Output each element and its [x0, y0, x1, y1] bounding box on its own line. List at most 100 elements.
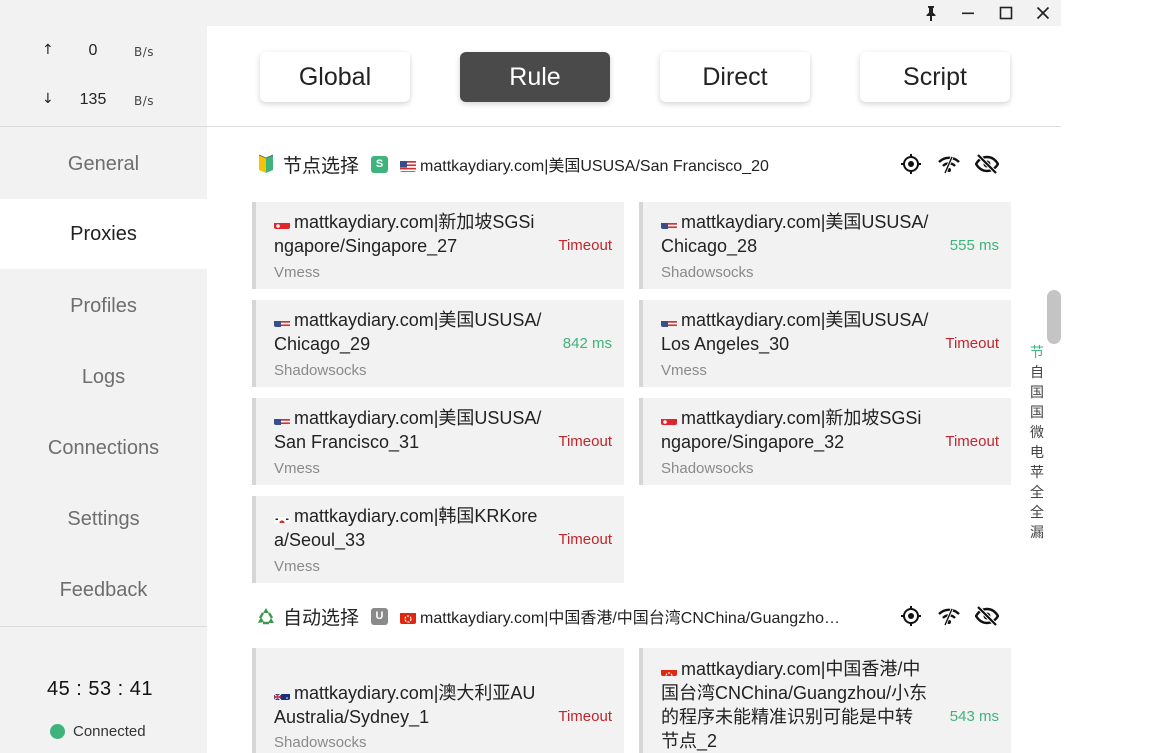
speed-test-icon[interactable] — [937, 604, 961, 628]
proxy-name: mattkaydiary.com|美国USUSA/Los Angeles_30 — [661, 310, 929, 354]
proxy-name: mattkaydiary.com|韩国KRKorea/Seoul_33 — [274, 506, 538, 550]
hk-flag-icon — [400, 612, 417, 624]
nav-feedback[interactable]: Feedback — [0, 555, 207, 625]
maximize-icon[interactable] — [987, 0, 1025, 26]
kr-flag-icon — [274, 511, 290, 523]
mode-direct-button[interactable]: Direct — [660, 52, 810, 102]
upload-value: 0 — [88, 42, 98, 59]
proxy-delay[interactable]: 555 ms — [950, 237, 999, 254]
proxy-name: mattkaydiary.com|美国USUSA/Chicago_29 — [274, 310, 542, 354]
close-icon[interactable] — [1024, 0, 1062, 26]
hk-flag-icon — [661, 664, 677, 676]
upload-unit: B/s — [134, 45, 155, 59]
index-item[interactable]: 自 — [1028, 363, 1046, 383]
proxy-type: Vmess — [274, 558, 320, 575]
status-label: Connected — [73, 722, 146, 740]
nav-logs[interactable]: Logs — [0, 342, 207, 412]
proxy-card[interactable]: mattkaydiary.com|澳大利亚AUAustralia/Sydney_… — [252, 648, 624, 753]
status-dot-icon — [50, 723, 65, 739]
index-item[interactable]: 国 — [1028, 383, 1046, 403]
run-time-clock: 45 : 53 : 41 — [46, 678, 154, 700]
proxy-delay[interactable]: Timeout — [558, 708, 612, 725]
us-flag-icon — [274, 315, 290, 327]
nav-profiles[interactable]: Profiles — [0, 271, 207, 341]
group-header-auto-select[interactable]: 自动选择 U mattkaydiary.com|中国香港/中国台湾CNChina… — [255, 602, 840, 630]
scrollbar-thumb[interactable] — [1047, 290, 1061, 344]
mode-rule-button[interactable]: Rule — [460, 52, 610, 102]
us-flag-icon — [661, 217, 677, 229]
proxy-delay[interactable]: Timeout — [558, 531, 612, 548]
locate-icon[interactable] — [899, 152, 923, 176]
proxy-name: mattkaydiary.com|澳大利亚AUAustralia/Sydney_… — [274, 683, 536, 727]
nav-settings[interactable]: Settings — [0, 484, 207, 554]
mode-script-button[interactable]: Script — [860, 52, 1010, 102]
proxy-name: mattkaydiary.com|中国香港/中国台湾CNChina/Guangz… — [661, 659, 928, 751]
proxy-card[interactable]: mattkaydiary.com|美国USUSA/Chicago_29 842 … — [252, 300, 624, 387]
proxy-delay[interactable]: Timeout — [945, 433, 999, 450]
index-item[interactable]: 全 — [1028, 483, 1046, 503]
group-index: 节 自 国 国 微 电 苹 全 全 漏 — [1028, 343, 1046, 543]
group-name: 自动选择 — [283, 606, 360, 629]
proxy-card[interactable]: mattkaydiary.com|韩国KRKorea/Seoul_33 Time… — [252, 496, 624, 583]
us-flag-icon — [400, 160, 417, 172]
download-row: ↓ 135 B/s — [0, 91, 207, 115]
proxy-type: Shadowsocks — [661, 264, 754, 281]
pin-icon[interactable] — [912, 0, 950, 26]
nav-connections[interactable]: Connections — [0, 413, 207, 483]
mode-switcher: Global Rule Direct Script — [207, 26, 1061, 127]
proxy-card[interactable]: mattkaydiary.com|美国USUSA/Los Angeles_30 … — [639, 300, 1011, 387]
proxy-card[interactable]: mattkaydiary.com|美国USUSA/San Francisco_3… — [252, 398, 624, 485]
proxy-name: mattkaydiary.com|美国USUSA/Chicago_28 — [661, 212, 929, 256]
group-actions — [899, 602, 1013, 630]
index-item[interactable]: 微 — [1028, 423, 1046, 443]
hide-icon[interactable] — [975, 604, 999, 628]
index-item[interactable]: 国 — [1028, 403, 1046, 423]
index-item[interactable]: 苹 — [1028, 463, 1046, 483]
group-type-badge: S — [371, 155, 389, 173]
proxy-type: Vmess — [661, 362, 707, 379]
hide-icon[interactable] — [975, 152, 999, 176]
proxy-delay[interactable]: Timeout — [558, 237, 612, 254]
proxy-groups: 节点选择 S mattkaydiary.com|美国USUSA/San Fran… — [207, 127, 1061, 753]
proxy-card[interactable]: mattkaydiary.com|美国USUSA/Chicago_28 555 … — [639, 202, 1011, 289]
download-arrow-icon: ↓ — [42, 91, 54, 107]
mode-global-button[interactable]: Global — [260, 52, 410, 102]
proxy-type: Vmess — [274, 460, 320, 477]
proxy-delay[interactable]: 842 ms — [563, 335, 612, 352]
index-item[interactable]: 电 — [1028, 443, 1046, 463]
nav-proxies[interactable]: Proxies — [0, 199, 207, 269]
connection-status[interactable]: Connected — [50, 721, 146, 741]
upload-row: ↑ 0 B/s — [0, 42, 207, 66]
proxy-card[interactable]: mattkaydiary.com|新加坡SGSingapore/Singapor… — [252, 202, 624, 289]
group-actions — [899, 150, 1013, 178]
group-header-node-select[interactable]: 节点选择 S mattkaydiary.com|美国USUSA/San Fran… — [255, 150, 769, 178]
proxy-card[interactable]: mattkaydiary.com|新加坡SGSingapore/Singapor… — [639, 398, 1011, 485]
group-current-proxy: mattkaydiary.com|中国香港/中国台湾CNChina/Guangz… — [400, 604, 840, 628]
nav-general[interactable]: General — [0, 129, 207, 199]
us-flag-icon — [274, 413, 290, 425]
group-current-proxy: mattkaydiary.com|美国USUSA/San Francisco_2… — [400, 152, 769, 176]
proxy-delay[interactable]: 543 ms — [950, 708, 999, 725]
recycle-icon — [255, 605, 277, 627]
minimize-icon[interactable] — [949, 0, 987, 26]
traffic-panel: ↑ 0 B/s ↓ 135 B/s — [0, 26, 207, 126]
index-item[interactable]: 全 — [1028, 503, 1046, 523]
index-item[interactable]: 漏 — [1028, 523, 1046, 543]
sg-flag-icon — [661, 413, 677, 425]
proxy-type: Shadowsocks — [274, 362, 367, 379]
index-item[interactable]: 节 — [1028, 343, 1046, 363]
speed-test-icon[interactable] — [937, 152, 961, 176]
proxy-name: mattkaydiary.com|新加坡SGSingapore/Singapor… — [274, 212, 535, 256]
window-titlebar — [0, 0, 1061, 26]
proxy-delay[interactable]: Timeout — [558, 433, 612, 450]
au-flag-icon — [274, 688, 290, 700]
locate-icon[interactable] — [899, 604, 923, 628]
group-type-badge: U — [371, 607, 389, 625]
proxy-delay[interactable]: Timeout — [945, 335, 999, 352]
download-unit: B/s — [134, 94, 155, 108]
proxy-type: Vmess — [274, 264, 320, 281]
download-value: 135 — [79, 91, 107, 108]
sidebar-divider — [0, 126, 207, 127]
sidebar: ↑ 0 B/s ↓ 135 B/s General Proxies Profil… — [0, 26, 207, 753]
proxy-card[interactable]: mattkaydiary.com|中国香港/中国台湾CNChina/Guangz… — [639, 648, 1011, 753]
